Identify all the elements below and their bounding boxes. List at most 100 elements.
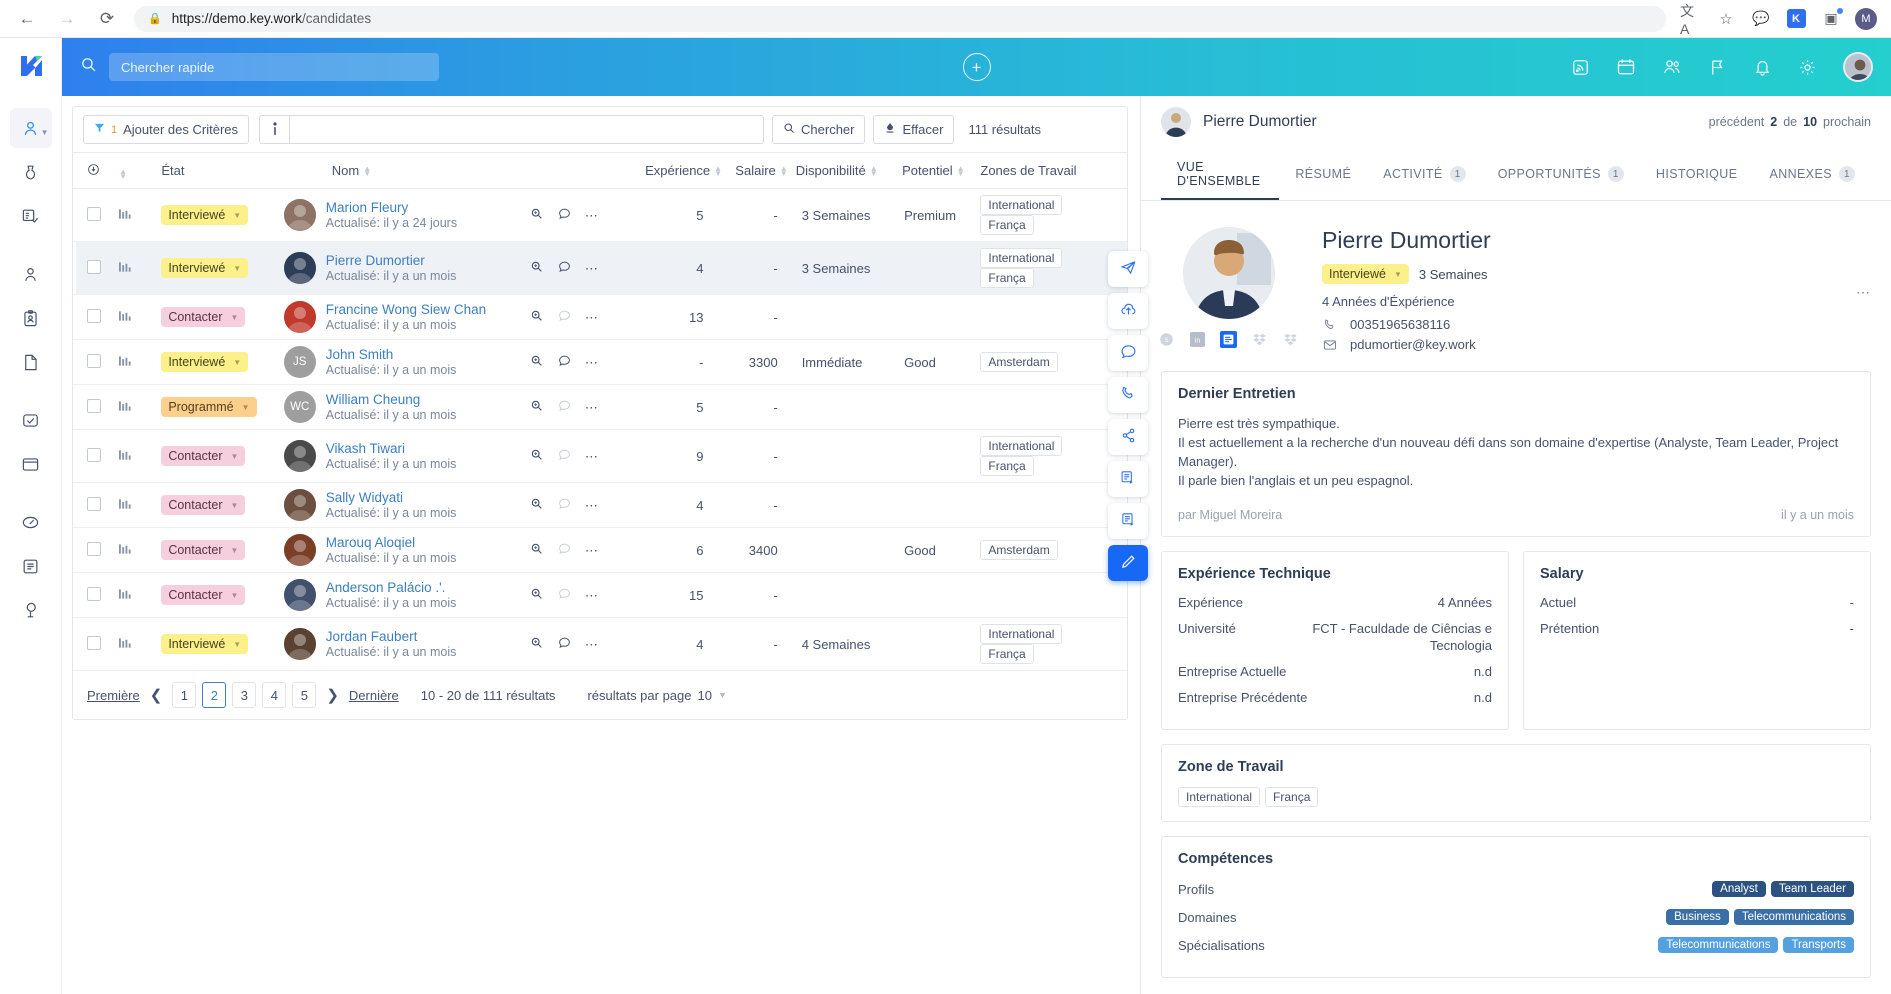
row-checkbox[interactable] [87, 399, 101, 413]
next-record-link[interactable]: prochain [1823, 115, 1871, 129]
assign-action[interactable] [1108, 461, 1148, 497]
tab-historique[interactable]: HISTORIQUE [1640, 155, 1754, 193]
comment-icon[interactable] [552, 399, 576, 415]
candidate-name-link[interactable]: William Cheung [326, 392, 421, 407]
bar-chart-icon[interactable] [119, 262, 132, 276]
sidebar-item-documents[interactable] [10, 342, 52, 382]
candidate-name-link[interactable]: Vikash Tiwari [326, 441, 405, 456]
th-stats[interactable]: ▲▼ [115, 153, 157, 189]
more-options-icon[interactable]: ⋯ [580, 208, 604, 224]
row-select-cell[interactable] [73, 483, 115, 528]
th-nom[interactable]: Nom▲▼ [280, 153, 521, 189]
sidebar-item-clipboard[interactable] [10, 298, 52, 338]
more-options-icon[interactable]: ⋯ [580, 261, 604, 277]
comment-icon[interactable] [552, 354, 576, 370]
more-options-icon[interactable]: ⋯ [580, 355, 604, 371]
comment-icon[interactable] [552, 260, 576, 276]
bar-chart-icon[interactable] [119, 311, 132, 325]
comment-action[interactable] [1108, 335, 1148, 371]
page-number[interactable]: 2 [202, 682, 226, 708]
status-badge[interactable]: Contacter▼ [161, 495, 245, 515]
preview-icon[interactable] [525, 448, 549, 464]
row-checkbox[interactable] [87, 207, 101, 221]
user-avatar[interactable] [1843, 52, 1873, 82]
status-badge[interactable]: Programmé▼ [161, 397, 256, 417]
row-select-cell[interactable] [73, 385, 115, 430]
row-stats-cell[interactable] [115, 430, 157, 483]
row-select-cell[interactable] [73, 295, 115, 340]
comment-icon[interactable] [552, 636, 576, 652]
status-badge[interactable]: Interviewé▼ [1322, 264, 1409, 284]
tab-activit[interactable]: ACTIVITÉ1 [1367, 154, 1481, 194]
page-number[interactable]: 5 [292, 682, 316, 708]
reload-icon[interactable]: ⟳ [94, 6, 120, 32]
bell-icon[interactable] [1753, 58, 1772, 77]
table-row[interactable]: Contacter▼ Sally WidyatiActualisé: il y … [73, 483, 1127, 528]
row-stats-cell[interactable] [115, 528, 157, 573]
table-row[interactable]: Contacter▼ Francine Wong Siew ChanActual… [73, 295, 1127, 340]
comment-icon[interactable] [552, 587, 576, 603]
status-badge[interactable]: Interviewé▼ [161, 634, 248, 654]
row-name-cell[interactable]: Vikash TiwariActualisé: il y a un mois [280, 430, 521, 483]
row-name-cell[interactable]: Jordan FaubertActualisé: il y a un mois [280, 618, 521, 671]
send-email-action[interactable] [1108, 251, 1148, 287]
candidate-name-link[interactable]: Sally Widyati [326, 490, 403, 505]
bookmark-star-icon[interactable]: ☆ [1715, 8, 1737, 30]
more-options-icon[interactable]: ⋯ [580, 637, 604, 653]
tab-r-sum[interactable]: RÉSUMÉ [1279, 155, 1367, 193]
row-stats-cell[interactable] [115, 385, 157, 430]
row-stats-cell[interactable] [115, 573, 157, 618]
table-row[interactable]: Contacter▼ Vikash TiwariActualisé: il y … [73, 430, 1127, 483]
candidate-name-link[interactable]: Marouq Aloqiel [326, 535, 415, 550]
rss-icon[interactable] [1571, 58, 1590, 77]
bar-chart-icon[interactable] [119, 209, 132, 223]
row-stats-cell[interactable] [115, 340, 157, 385]
status-badge[interactable]: Contacter▼ [161, 585, 245, 605]
page-number[interactable]: 3 [232, 682, 256, 708]
app-logo-icon[interactable] [11, 46, 51, 86]
previous-record-link[interactable]: précédent [1709, 115, 1765, 129]
tab-opportunit-s[interactable]: OPPORTUNITÉS1 [1482, 154, 1640, 194]
row-name-cell[interactable]: Francine Wong Siew ChanActualisé: il y a… [280, 295, 521, 340]
more-options-icon[interactable]: ⋯ [580, 400, 604, 416]
page-number[interactable]: 4 [262, 682, 286, 708]
chevron-left-icon[interactable]: ❮ [150, 686, 163, 704]
candidate-name-link[interactable]: Anderson Palácio .'. [326, 580, 446, 595]
tab-annexes[interactable]: ANNEXES1 [1753, 154, 1871, 194]
preview-icon[interactable] [525, 399, 549, 415]
row-stats-cell[interactable] [115, 242, 157, 295]
table-row[interactable]: Interviewé▼ JSJohn SmithActualisé: il y … [73, 340, 1127, 385]
avatar[interactable]: M [1855, 8, 1877, 30]
table-row[interactable]: Interviewé▼ Marion FleuryActualisé: il y… [73, 189, 1127, 242]
row-name-cell[interactable]: Marouq AloqielActualisé: il y a un mois [280, 528, 521, 573]
row-checkbox[interactable] [87, 260, 101, 274]
first-page-link[interactable]: Première [87, 688, 140, 703]
preview-icon[interactable] [525, 497, 549, 513]
call-action[interactable] [1108, 377, 1148, 413]
puzzle-extension-icon[interactable]: ▣ [1820, 8, 1842, 30]
row-name-cell[interactable]: Marion FleuryActualisé: il y a 24 jours [280, 189, 521, 242]
status-badge[interactable]: Interviewé▼ [161, 258, 248, 278]
linkedin-icon[interactable]: in [1189, 331, 1206, 348]
row-select-cell[interactable] [73, 242, 115, 295]
more-options-icon[interactable]: ⋯ [1856, 284, 1871, 301]
table-row[interactable]: Interviewé▼ Pierre DumortierActualisé: i… [73, 242, 1127, 295]
th-experience[interactable]: Expérience▲▼ [641, 153, 725, 189]
document-icon[interactable] [1220, 331, 1237, 348]
th-potentiel[interactable]: Potentiel▲▼ [898, 153, 976, 189]
info-icon[interactable] [259, 115, 289, 144]
bar-chart-icon[interactable] [119, 638, 132, 652]
row-checkbox[interactable] [87, 587, 101, 601]
search-button[interactable]: Chercher [772, 115, 865, 144]
sidebar-item-calendar[interactable] [10, 444, 52, 484]
row-select-cell[interactable] [73, 430, 115, 483]
th-etat[interactable]: État [157, 153, 279, 189]
table-row[interactable]: Programmé▼ WCWilliam CheungActualisé: il… [73, 385, 1127, 430]
more-options-icon[interactable]: ⋯ [580, 310, 604, 326]
row-select-cell[interactable] [73, 340, 115, 385]
th-zones[interactable]: Zones de Travail [976, 153, 1127, 189]
chat-extension-icon[interactable]: 💬 [1750, 8, 1772, 30]
comment-icon[interactable] [552, 448, 576, 464]
row-select-cell[interactable] [73, 528, 115, 573]
sidebar-item-insights[interactable] [10, 590, 52, 630]
